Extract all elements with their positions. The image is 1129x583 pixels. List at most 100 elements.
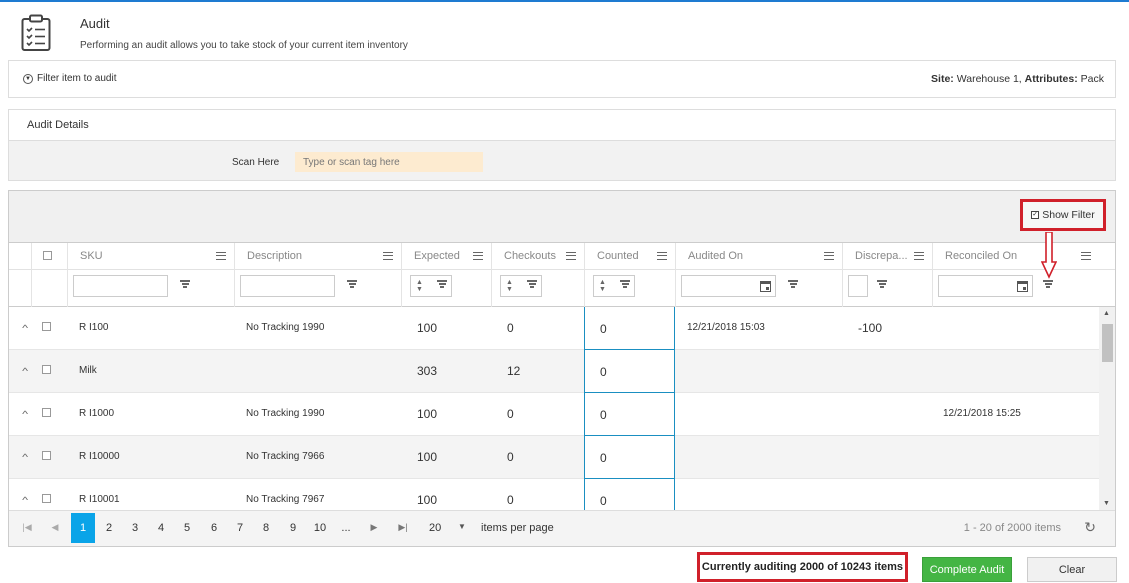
discrepancy-filter-input[interactable] (848, 275, 868, 297)
cell-reconciled-on: 12/21/2018 15:25 (943, 408, 1021, 419)
filter-toggle[interactable]: ▼ Filter item to audit (23, 73, 116, 84)
column-sku-label: SKU (80, 250, 103, 262)
calendar-icon[interactable] (760, 281, 771, 292)
column-menu-icon[interactable] (216, 252, 226, 260)
column-menu-icon[interactable] (914, 252, 924, 260)
sku-filter-input[interactable] (73, 275, 168, 297)
column-reconciled-on[interactable]: Reconciled On (932, 243, 1099, 271)
clear-button[interactable]: Clear (1027, 557, 1117, 582)
scroll-down-icon[interactable]: ▼ (1103, 500, 1110, 507)
row-checkbox[interactable] (42, 408, 51, 417)
filter-icon[interactable] (1043, 280, 1053, 288)
chevron-up-icon[interactable]: ^ (22, 409, 28, 419)
cell-counted[interactable]: 0 (584, 479, 675, 510)
row-checkbox[interactable] (42, 451, 51, 460)
page-more[interactable]: ... (334, 513, 358, 543)
per-page-select[interactable]: 20 (429, 522, 441, 534)
chevron-up-icon[interactable]: ^ (22, 366, 28, 376)
table-row[interactable]: ^ R I100 No Tracking 1990 100 0 0 12/21/… (9, 307, 1099, 350)
cell-counted[interactable]: 0 (584, 350, 675, 393)
spinner-icon[interactable]: ▲ ▼ (416, 279, 423, 293)
reconciled-on-filter-input[interactable] (938, 275, 1033, 297)
column-header-row: SKU Description Expected Checkouts Count… (9, 242, 1115, 271)
cell-counted[interactable]: 0 (584, 436, 675, 479)
column-sku[interactable]: SKU (67, 243, 234, 271)
page-3[interactable]: 3 (123, 513, 147, 543)
cell-counted[interactable]: 0 (584, 307, 675, 350)
row-checkbox[interactable] (42, 494, 51, 503)
page-4[interactable]: 4 (149, 513, 173, 543)
site-value: Warehouse 1, (953, 73, 1025, 85)
show-filter-toggle[interactable]: ✓ Show Filter (1020, 199, 1106, 231)
first-page-icon[interactable]: |◀ (15, 513, 39, 543)
cell-checkouts: 12 (507, 364, 521, 378)
cell-counted[interactable]: 0 (584, 393, 675, 436)
cell-audited-on: 12/21/2018 15:03 (687, 322, 765, 333)
column-description-label: Description (247, 250, 303, 262)
vertical-scrollbar[interactable]: ▲ ▼ (1099, 307, 1115, 510)
filter-icon[interactable] (437, 280, 447, 288)
column-menu-icon[interactable] (1081, 252, 1091, 260)
spinner-icon[interactable]: ▲ ▼ (599, 279, 606, 293)
cell-discrepancy: -100 (858, 321, 883, 335)
column-expected[interactable]: Expected (401, 243, 491, 271)
cell-checkouts: 0 (507, 321, 514, 335)
table-row[interactable]: ^ R I10000 No Tracking 7966 100 0 0 (9, 436, 1099, 479)
caret-down-icon[interactable]: ▼ (458, 522, 466, 531)
cell-description: No Tracking 1990 (246, 408, 325, 419)
select-all-checkbox[interactable] (43, 251, 52, 260)
column-menu-icon[interactable] (383, 252, 393, 260)
cell-checkouts: 0 (507, 450, 514, 464)
filter-bar: ▼ Filter item to audit Site: Warehouse 1… (8, 60, 1116, 98)
scroll-up-icon[interactable]: ▲ (1103, 310, 1110, 317)
next-page-icon[interactable]: ▶ (362, 513, 386, 543)
page-title: Audit (80, 16, 110, 31)
page-9[interactable]: 9 (281, 513, 305, 543)
chevron-up-icon[interactable]: ^ (22, 323, 28, 333)
filter-icon[interactable] (620, 280, 630, 288)
column-menu-icon[interactable] (566, 252, 576, 260)
chevron-up-icon[interactable]: ^ (22, 495, 28, 505)
column-menu-icon[interactable] (473, 252, 483, 260)
page-6[interactable]: 6 (202, 513, 226, 543)
filter-icon[interactable] (788, 280, 798, 288)
column-description[interactable]: Description (234, 243, 401, 271)
filter-icon[interactable] (877, 280, 887, 288)
page-1[interactable]: 1 (71, 513, 95, 543)
filter-icon[interactable] (180, 280, 190, 288)
row-checkbox[interactable] (42, 365, 51, 374)
scroll-thumb[interactable] (1102, 324, 1113, 362)
page-2[interactable]: 2 (97, 513, 121, 543)
row-checkbox[interactable] (42, 322, 51, 331)
column-audited-on[interactable]: Audited On (675, 243, 842, 271)
page-5[interactable]: 5 (175, 513, 199, 543)
spinner-icon[interactable]: ▲ ▼ (506, 279, 513, 293)
show-filter-checkbox[interactable]: ✓ (1031, 211, 1040, 219)
prev-page-icon[interactable]: ◀ (43, 513, 67, 543)
page-7[interactable]: 7 (228, 513, 252, 543)
filter-icon[interactable] (527, 280, 537, 288)
cell-sku: R I10000 (79, 451, 120, 462)
chevron-up-icon[interactable]: ^ (22, 452, 28, 462)
complete-audit-button[interactable]: Complete Audit (922, 557, 1012, 582)
page-header: Audit Performing an audit allows you to … (0, 2, 1129, 60)
column-menu-icon[interactable] (824, 252, 834, 260)
table-row[interactable]: ^ R I1000 No Tracking 1990 100 0 0 12/21… (9, 393, 1099, 436)
column-discrepancy[interactable]: Discrepa... (842, 243, 932, 271)
calendar-icon[interactable] (1017, 281, 1028, 292)
table-row[interactable]: ^ Milk 303 12 0 (9, 350, 1099, 393)
page-8[interactable]: 8 (254, 513, 278, 543)
table-row[interactable]: ^ R I10001 No Tracking 7967 100 0 0 (9, 479, 1099, 510)
audited-on-filter-input[interactable] (681, 275, 776, 297)
column-menu-icon[interactable] (657, 252, 667, 260)
description-filter-input[interactable] (240, 275, 335, 297)
refresh-icon[interactable]: ↻ (1084, 519, 1096, 536)
description-filter-cell (234, 270, 401, 307)
page-10[interactable]: 10 (308, 513, 332, 543)
last-page-icon[interactable]: ▶| (391, 513, 415, 543)
scan-input[interactable] (295, 152, 483, 172)
filter-icon[interactable] (347, 280, 357, 288)
show-filter-label: Show Filter (1042, 209, 1095, 221)
column-counted[interactable]: Counted (584, 243, 675, 271)
column-checkouts[interactable]: Checkouts (491, 243, 584, 271)
